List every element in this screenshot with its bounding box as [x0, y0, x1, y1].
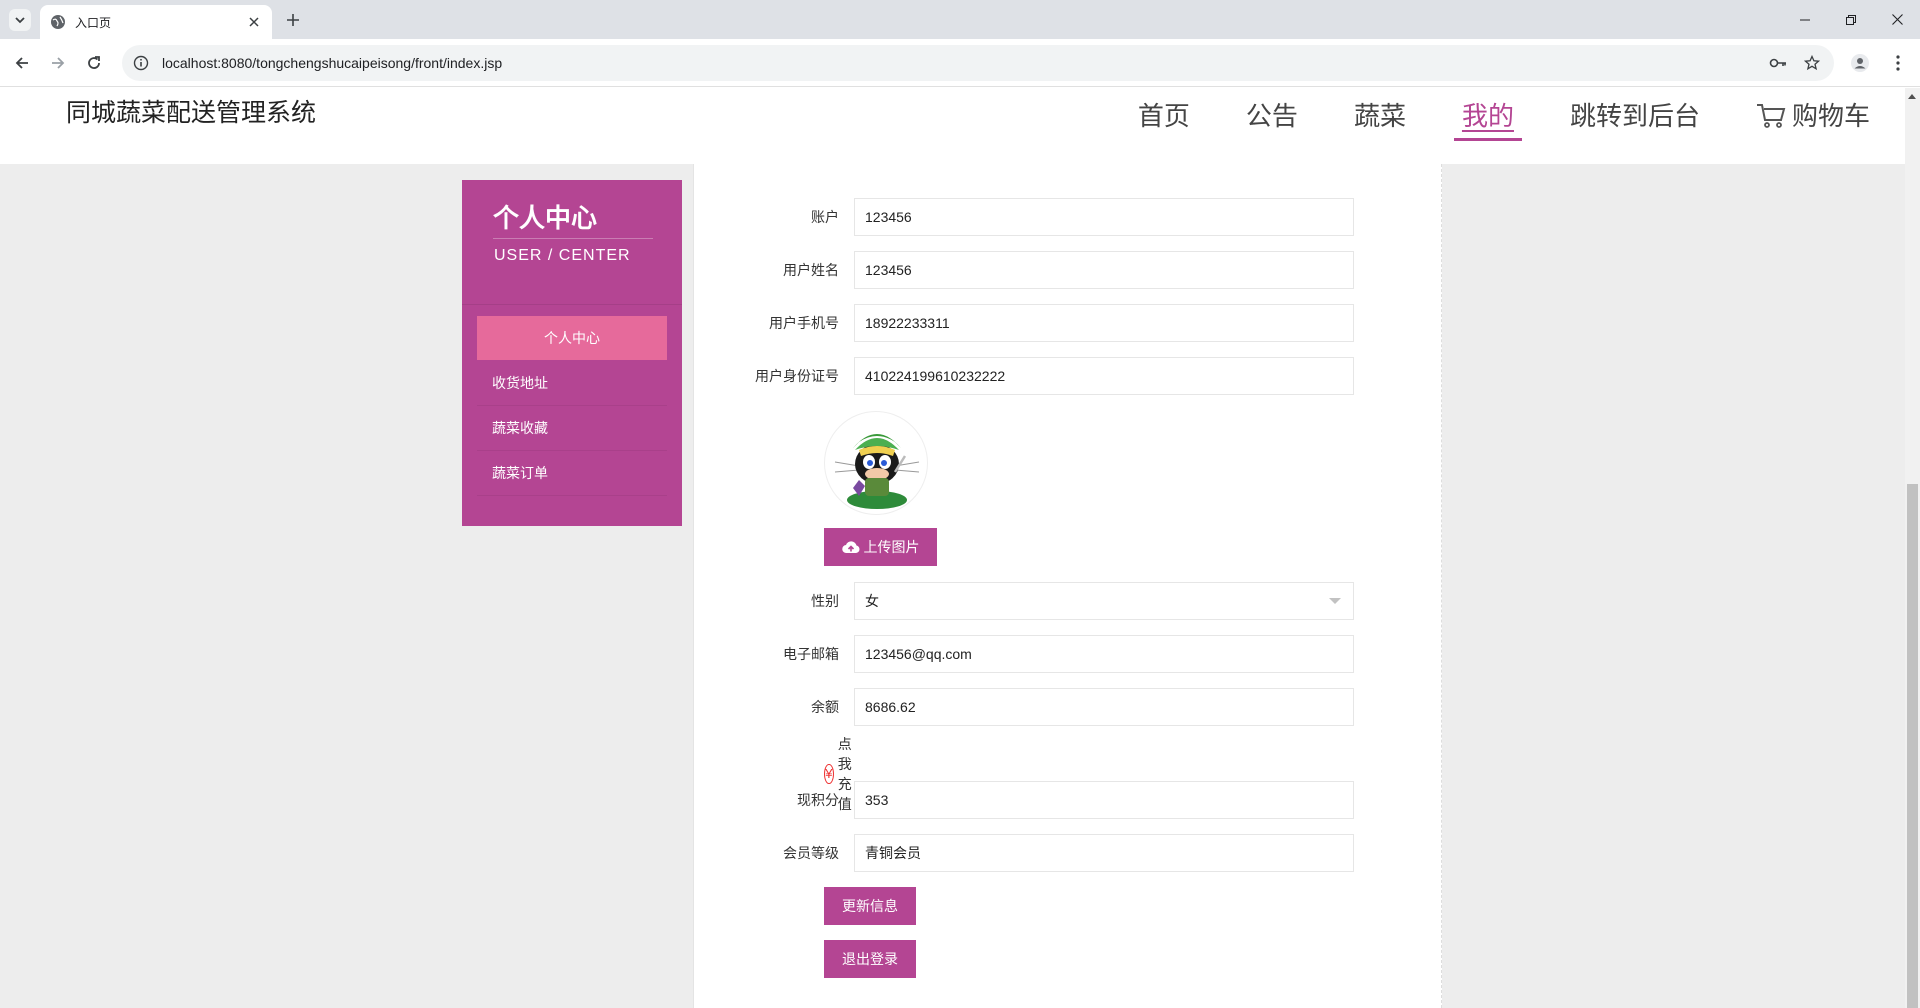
gender-selected-value: 女: [865, 593, 879, 609]
browser-tab-strip: 入口页: [0, 0, 1920, 39]
nav-cart[interactable]: 购物车: [1748, 96, 1878, 136]
form-row-account: 账户 123456: [720, 198, 1360, 236]
user-center-sidebar: 个人中心 USER / CENTER 个人中心 收货地址 蔬菜收藏 蔬菜订单: [462, 180, 682, 526]
nav-announcements[interactable]: 公告: [1238, 96, 1306, 136]
nav-cart-label: 购物车: [1791, 101, 1870, 131]
form-row-level: 会员等级 青铜会员: [720, 834, 1360, 872]
nav-admin[interactable]: 跳转到后台: [1562, 96, 1708, 136]
scroll-up-arrow-icon[interactable]: [1908, 94, 1916, 99]
sidebar-item-user-center[interactable]: 个人中心: [477, 316, 667, 360]
level-label: 会员等级: [783, 845, 839, 861]
tab-title: 入口页: [75, 15, 112, 30]
sidebar-divider: [462, 304, 682, 305]
profile-button[interactable]: [1848, 51, 1872, 75]
account-label: 账户: [811, 209, 839, 225]
bookmark-star-icon[interactable]: [1800, 51, 1824, 75]
nav-mine[interactable]: 我的: [1453, 96, 1522, 141]
sidebar-item-favorites[interactable]: 蔬菜收藏: [477, 406, 667, 451]
id-card-input[interactable]: 410224199610232222: [854, 357, 1354, 395]
dropdown-arrow-icon: [1329, 598, 1341, 604]
restore-button[interactable]: [1828, 0, 1874, 39]
sidebar-item-address[interactable]: 收货地址: [477, 361, 667, 406]
reload-button[interactable]: [82, 51, 106, 75]
name-label: 用户姓名: [783, 262, 839, 278]
update-info-button[interactable]: 更新信息: [824, 887, 916, 925]
close-icon: [1891, 14, 1903, 25]
nav-vegetables[interactable]: 蔬菜: [1346, 96, 1414, 136]
form-row-points: 现积分 353: [720, 781, 1360, 819]
more-vertical-icon: [1896, 55, 1900, 71]
site-header: 同城蔬菜配送管理系统 首页 公告 蔬菜 我的 跳转到后台 购物车: [0, 88, 1905, 164]
form-row-phone: 用户手机号 18922233311: [720, 304, 1360, 342]
nav-home[interactable]: 首页: [1130, 96, 1198, 136]
cloud-upload-icon: [841, 541, 859, 554]
plus-icon: [287, 14, 299, 26]
globe-icon: [51, 15, 65, 29]
sidebar-title: 个人中心: [493, 203, 598, 233]
upload-image-label: 上传图片: [863, 539, 920, 555]
logout-button[interactable]: 退出登录: [824, 940, 916, 978]
forward-button[interactable]: [46, 51, 70, 75]
sidebar-subtitle: USER / CENTER: [494, 247, 631, 264]
close-icon: [249, 17, 259, 27]
site-info-icon[interactable]: [132, 54, 150, 72]
main-nav: 首页 公告 蔬菜 我的 跳转到后台 购物车: [1090, 96, 1878, 141]
phone-input[interactable]: 18922233311: [854, 304, 1354, 342]
email-input[interactable]: 123456@qq.com: [854, 635, 1354, 673]
url-text: localhost:8080/tongchengshucaipeisong/fr…: [162, 55, 503, 71]
avatar: [824, 411, 928, 515]
browser-tab[interactable]: 入口页: [40, 5, 272, 39]
gender-label: 性别: [811, 593, 839, 609]
minimize-icon: [1800, 19, 1810, 20]
page-viewport: 同城蔬菜配送管理系统 首页 公告 蔬菜 我的 跳转到后台 购物车 个人中心 US…: [0, 88, 1920, 1008]
points-label: 现积分: [797, 792, 839, 808]
points-input[interactable]: 353: [854, 781, 1354, 819]
account-input[interactable]: 123456: [854, 198, 1354, 236]
sidebar-title-divider: [493, 238, 653, 239]
form-row-name: 用户姓名 123456: [720, 251, 1360, 289]
name-input[interactable]: 123456: [854, 251, 1354, 289]
browser-menu-button[interactable]: [1886, 51, 1910, 75]
browser-toolbar: localhost:8080/tongchengshucaipeisong/fr…: [0, 39, 1920, 87]
avatar-image: [834, 434, 920, 509]
gender-select[interactable]: 女: [854, 582, 1354, 620]
id-card-label: 用户身份证号: [755, 368, 839, 384]
reload-icon: [88, 56, 100, 69]
form-row-gender: 性别 女: [720, 582, 1360, 620]
email-label: 电子邮箱: [783, 646, 839, 662]
tab-close-button[interactable]: [246, 14, 262, 30]
page-scrollbar[interactable]: [1905, 88, 1920, 1008]
shopping-cart-icon: [1756, 104, 1786, 128]
arrow-left-icon: [15, 57, 28, 69]
tab-search-button[interactable]: [9, 9, 31, 31]
arrow-right-icon: [52, 57, 65, 69]
level-input[interactable]: 青铜会员: [854, 834, 1354, 872]
minimize-button[interactable]: [1782, 0, 1828, 39]
sidebar-item-orders[interactable]: 蔬菜订单: [477, 451, 667, 496]
sidebar-menu: 个人中心 收货地址 蔬菜收藏 蔬菜订单: [477, 316, 667, 496]
form-row-id-card: 用户身份证号 410224199610232222: [720, 357, 1360, 395]
site-title: 同城蔬菜配送管理系统: [66, 99, 317, 127]
upload-image-button[interactable]: 上传图片: [824, 528, 937, 566]
balance-input[interactable]: 8686.62: [854, 688, 1354, 726]
form-row-balance: 余额 8686.62: [720, 688, 1360, 726]
form-row-email: 电子邮箱 123456@qq.com: [720, 635, 1360, 673]
address-bar[interactable]: localhost:8080/tongchengshucaipeisong/fr…: [122, 45, 1834, 81]
phone-label: 用户手机号: [769, 315, 839, 331]
close-window-button[interactable]: [1874, 0, 1920, 39]
chevron-down-icon: [15, 17, 25, 24]
scrollbar-thumb[interactable]: [1907, 484, 1918, 1008]
profile-icon: [1851, 54, 1869, 72]
password-key-icon[interactable]: [1766, 51, 1790, 75]
back-button[interactable]: [10, 51, 34, 75]
balance-label: 余额: [811, 699, 839, 715]
restore-icon: [1846, 14, 1856, 25]
new-tab-button[interactable]: [281, 8, 305, 32]
